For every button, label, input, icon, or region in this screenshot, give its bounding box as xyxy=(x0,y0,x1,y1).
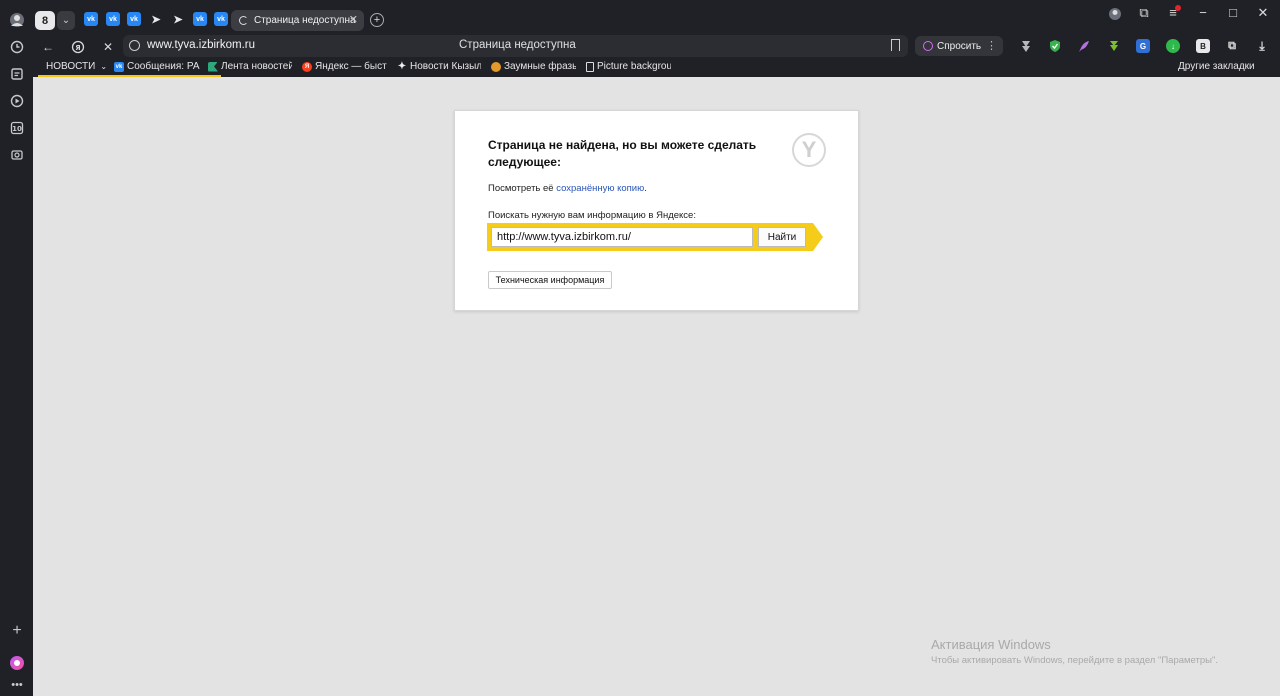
collections-icon[interactable] xyxy=(7,64,27,84)
pinned-tab-vk-icon[interactable]: vk xyxy=(84,12,98,26)
ask-ai-button[interactable]: Спросить ⋮ xyxy=(915,36,1003,56)
pinned-tab-telegram-icon[interactable]: ➤ xyxy=(149,12,163,26)
profile-avatar-icon[interactable] xyxy=(7,10,27,30)
globe-icon xyxy=(129,40,140,51)
ai-icon xyxy=(923,41,933,51)
pinned-tab-vk-icon[interactable]: vk xyxy=(106,12,120,26)
activation-title: Активация Windows xyxy=(931,637,1051,652)
back-arrow-icon[interactable]: ← xyxy=(40,39,56,55)
extension-download-icon[interactable]: ↓ xyxy=(1166,39,1180,53)
yandex-icon: Я xyxy=(302,61,312,72)
add-panel-icon[interactable]: + xyxy=(7,621,27,641)
error-heading: Страница не найдена, но вы можете сделат… xyxy=(488,138,757,169)
extension-b-icon[interactable]: B xyxy=(1196,39,1210,53)
bookmark-item[interactable]: Я Яндекс — быстрь xyxy=(302,61,387,72)
ten-icon[interactable]: 10 xyxy=(7,118,27,138)
hotdog-icon xyxy=(491,61,501,72)
chevron-down-icon: ⌄ xyxy=(100,62,106,71)
bookmark-label: Яндекс — быстрь xyxy=(315,61,387,72)
search-input[interactable]: http://www.tyva.izbirkom.ru/ xyxy=(491,227,753,247)
minimize-icon[interactable]: − xyxy=(1193,5,1213,20)
bookmarks-bar: НОВОСТИ ⌄ vk Сообщения: РАБС Лента новос… xyxy=(33,59,1280,77)
svg-text:10: 10 xyxy=(12,125,22,133)
stop-loading-icon[interactable]: ✕ xyxy=(100,39,116,55)
bookmark-item[interactable]: Заумные фразы і xyxy=(491,61,576,72)
extension-green-arrow-icon[interactable] xyxy=(1107,39,1121,53)
other-bookmarks-folder[interactable]: Другие закладки xyxy=(1178,61,1255,72)
bookmark-label: Другие закладки xyxy=(1178,61,1255,72)
menu-icon[interactable]: ≡ xyxy=(1163,5,1183,20)
downloads-icon[interactable]: ⤓ xyxy=(1255,39,1269,53)
bookmark-label: Заумные фразы і xyxy=(504,61,576,72)
alice-icon[interactable] xyxy=(7,653,27,673)
saved-copy-line: Посмотреть её сохранённую копию. xyxy=(488,183,647,194)
tab-title: Страница недоступна xyxy=(254,15,356,26)
bookmark-folder-news[interactable]: НОВОСТИ ⌄ xyxy=(46,61,106,72)
technical-info-button[interactable]: Техническая информация xyxy=(488,271,612,289)
search-frame-arrow xyxy=(813,223,823,251)
toolbar: ← Я ✕ www.tyva.izbirkom.ru Страница недо… xyxy=(33,34,1280,59)
more-vertical-icon[interactable]: ⋮ xyxy=(986,39,997,52)
activation-subtitle: Чтобы активировать Windows, перейдите в … xyxy=(931,655,1218,666)
loading-spinner-icon xyxy=(239,16,248,25)
pinned-tab-telegram-icon[interactable]: ➤ xyxy=(171,12,185,26)
history-icon[interactable] xyxy=(7,37,27,57)
screenshot-icon[interactable] xyxy=(7,145,27,165)
saved-copy-prefix: Посмотреть её xyxy=(488,183,557,194)
pinned-tab-vk-icon[interactable]: vk xyxy=(127,12,141,26)
window-tabs-icon[interactable]: ⧉ xyxy=(1134,5,1154,21)
doc-icon xyxy=(586,61,594,72)
yandex-protect-icon[interactable]: Я xyxy=(70,39,86,55)
extension-download-helper-icon[interactable] xyxy=(1019,39,1033,53)
star-icon: ✦ xyxy=(397,61,407,72)
saved-copy-suffix: . xyxy=(644,183,647,194)
url-text[interactable]: www.tyva.izbirkom.ru xyxy=(147,39,255,51)
extension-shield-icon[interactable] xyxy=(1048,39,1062,53)
bookmark-item[interactable]: vk Сообщения: РАБС xyxy=(114,61,200,72)
page-viewport: Страница не найдена, но вы можете сделат… xyxy=(33,77,1280,696)
vk-icon: vk xyxy=(114,61,124,72)
new-tab-button[interactable]: + xyxy=(370,13,384,27)
svg-text:Я: Я xyxy=(75,44,80,52)
bookmark-label: Сообщения: РАБС xyxy=(127,61,200,72)
close-window-icon[interactable]: ✕ xyxy=(1253,5,1273,21)
bookmark-item[interactable]: ✦ Новости Кызыла xyxy=(397,61,481,72)
more-icon[interactable]: ••• xyxy=(7,675,27,695)
extension-translate-icon[interactable]: G xyxy=(1136,39,1150,53)
address-bar[interactable]: www.tyva.izbirkom.ru Страница недоступна xyxy=(123,35,908,57)
bookmark-label: Новости Кызыла xyxy=(410,61,481,72)
tab-active[interactable]: Страница недоступна ✕ xyxy=(231,10,364,31)
bookmark-icon[interactable] xyxy=(891,39,900,51)
tab-strip: 8 ⌄ vk vk vk ➤ ➤ vk vk Страница недоступ… xyxy=(33,0,1280,38)
profile-icon[interactable] xyxy=(1105,7,1125,24)
tab-count-button[interactable]: 8 xyxy=(35,11,55,30)
bookmark-label: НОВОСТИ xyxy=(46,61,96,72)
omnibox-page-title: Страница недоступна xyxy=(459,39,576,51)
bookmark-item[interactable]: Лента новостей и xyxy=(208,61,292,72)
extensions-puzzle-icon[interactable]: ⧉ xyxy=(1225,39,1239,53)
find-button[interactable]: Найти xyxy=(758,227,806,247)
bookmark-label: Лента новостей и xyxy=(221,61,292,72)
close-tab-icon[interactable]: ✕ xyxy=(349,13,358,26)
saved-copy-link[interactable]: сохранённую копию xyxy=(556,183,644,194)
pinned-tab-vk-icon[interactable]: vk xyxy=(193,12,207,26)
maximize-icon[interactable]: □ xyxy=(1223,5,1243,20)
search-label: Поискать нужную вам информацию в Яндексе… xyxy=(488,210,696,221)
flag-icon xyxy=(208,61,218,72)
video-play-icon[interactable] xyxy=(7,91,27,111)
yandex-browser-logo-icon: Y xyxy=(792,133,826,167)
extension-feather-icon[interactable] xyxy=(1077,39,1091,53)
pinned-tab-vk-icon[interactable]: vk xyxy=(214,12,228,26)
tab-list-chevron-icon[interactable]: ⌄ xyxy=(57,11,75,30)
windows-activation-watermark: Активация Windows Чтобы активировать Win… xyxy=(931,637,1218,666)
bookmark-item[interactable]: Picture backgroun xyxy=(586,61,671,72)
bookmark-label: Picture backgroun xyxy=(597,61,671,72)
ask-label: Спросить xyxy=(937,40,982,52)
error-card: Страница не найдена, но вы можете сделат… xyxy=(454,110,859,311)
browser-sidebar: 10 + ••• xyxy=(0,0,33,696)
